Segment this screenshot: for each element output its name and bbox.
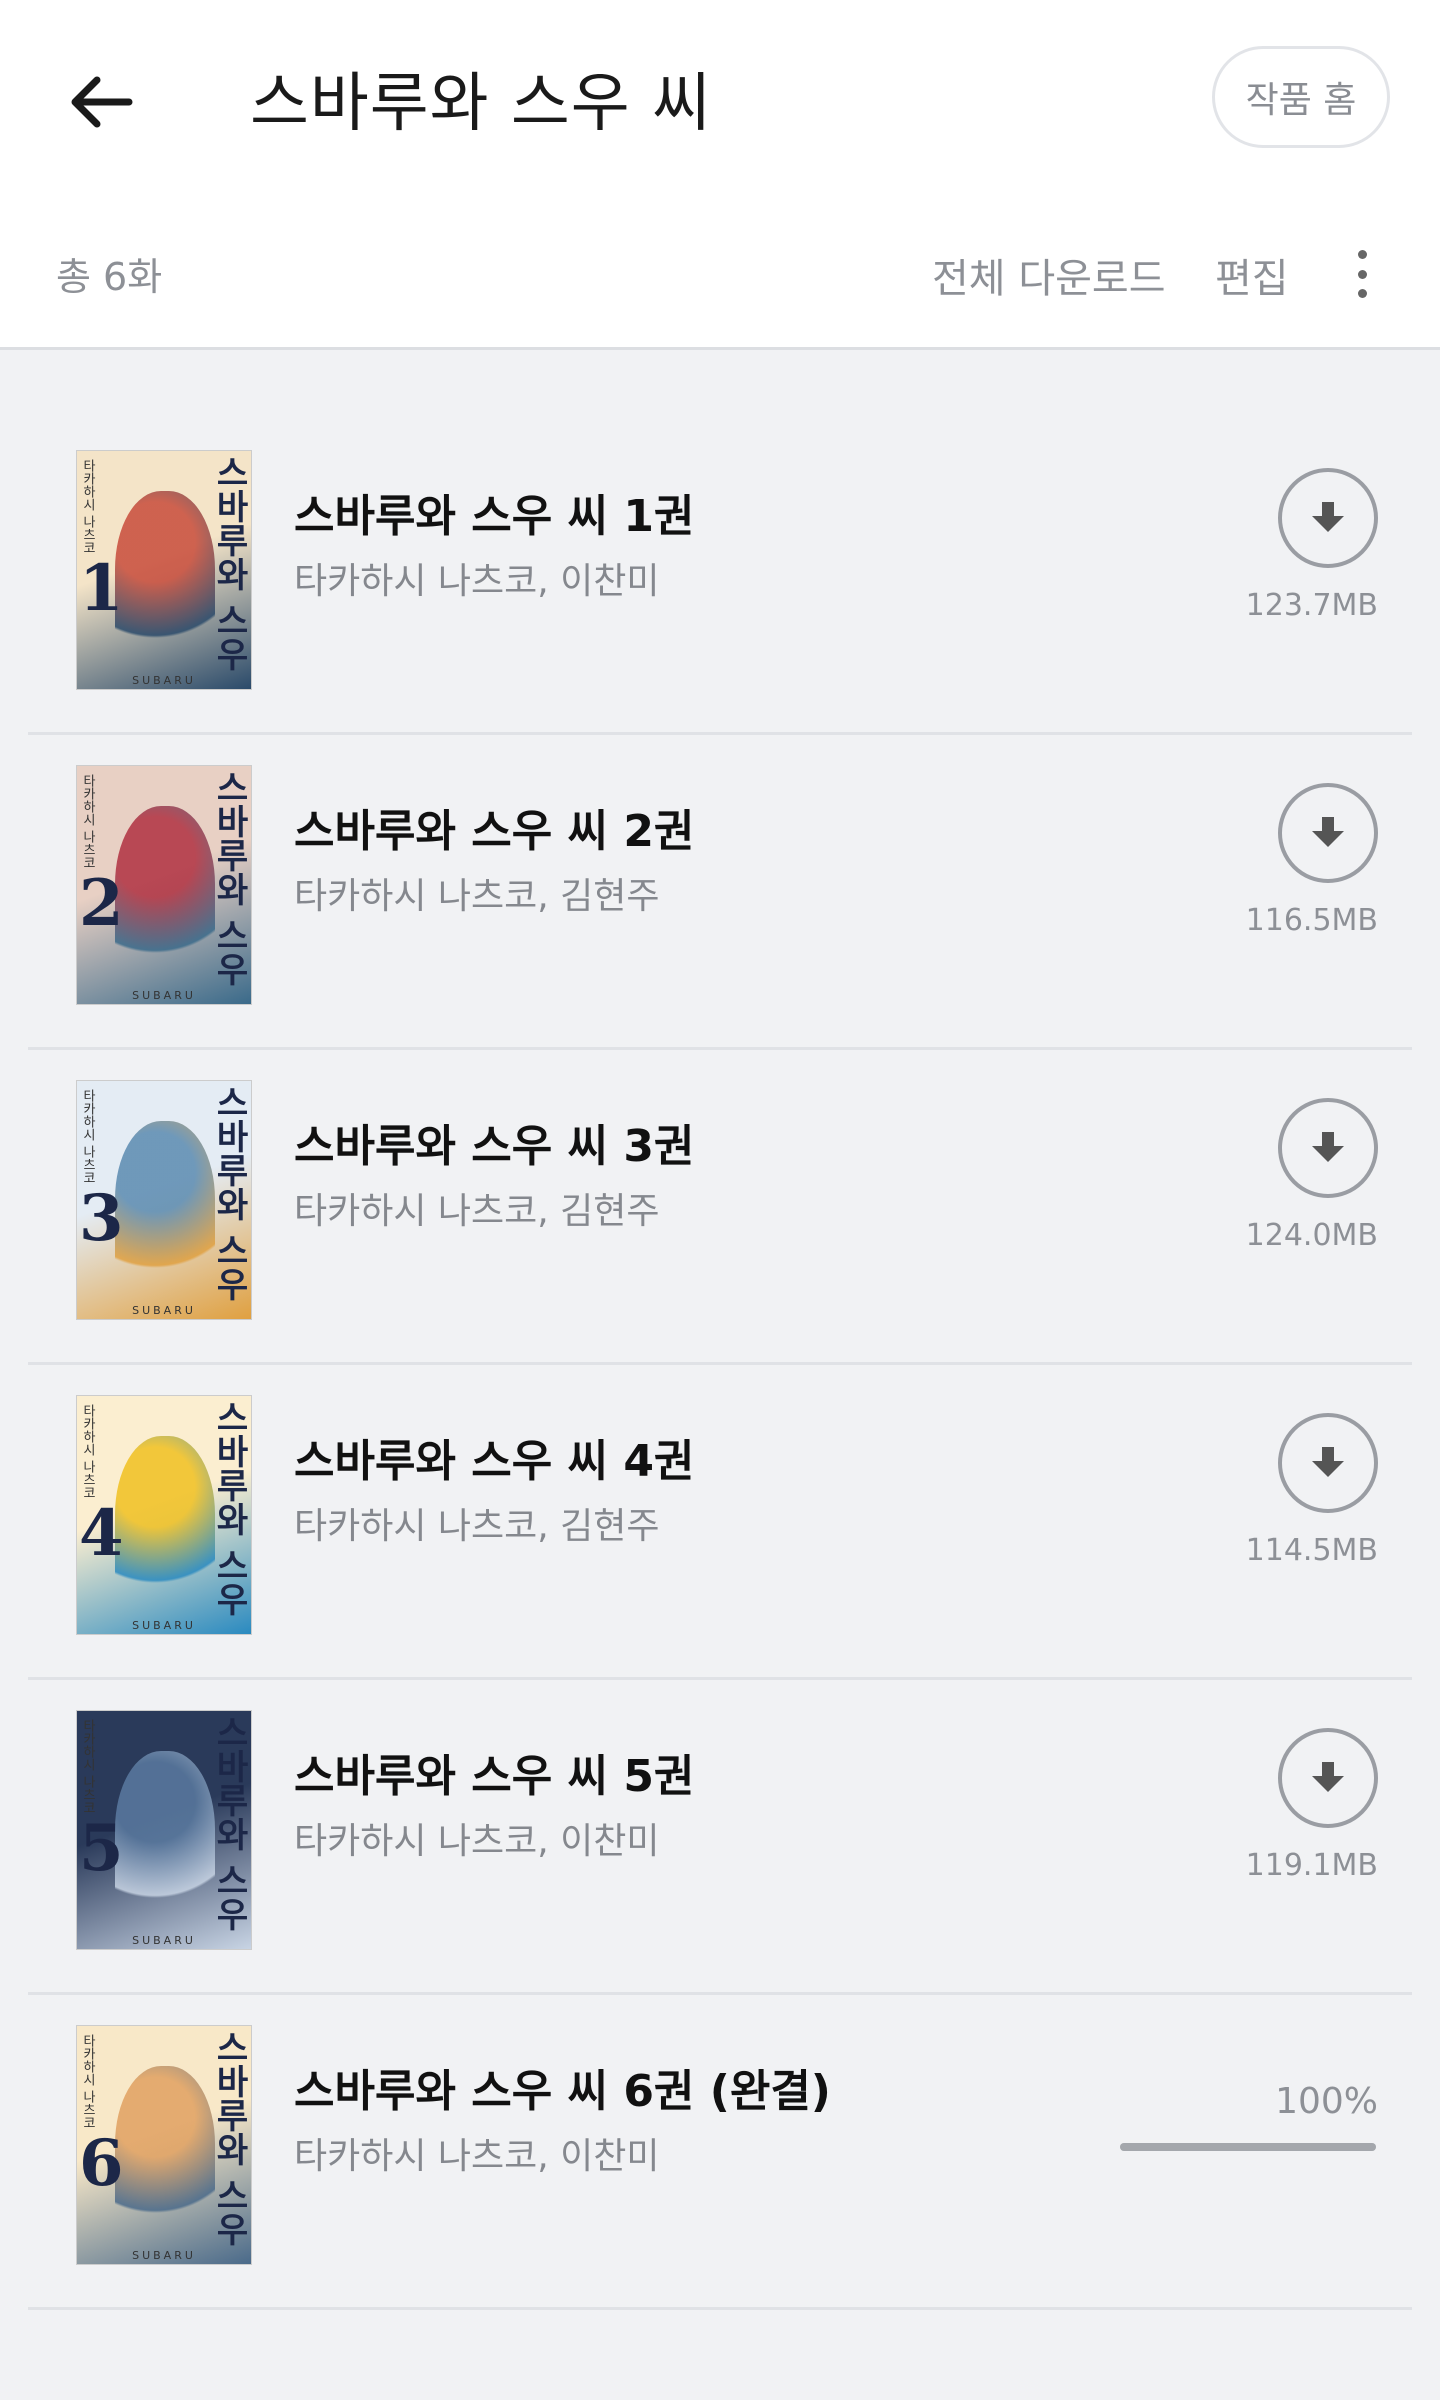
volume-title: 스바루와 스우 씨 1권 xyxy=(294,491,695,542)
download-all-button[interactable]: 전체 다운로드 xyxy=(932,246,1166,304)
cover-illustration xyxy=(115,1436,215,1606)
file-size: 114.5MB xyxy=(1245,1533,1378,1568)
cover-volume-number: 3 xyxy=(79,1181,124,1256)
download-button[interactable] xyxy=(1278,1098,1378,1198)
cover-illustration xyxy=(115,1121,215,1291)
back-button[interactable] xyxy=(60,62,140,142)
cover-author: 타카하시 나츠코 xyxy=(80,1719,95,1815)
volume-row[interactable]: 타카하시 나츠코 스바루와 스우 1 SUBARU 스바루와 스우 씨 1권 타… xyxy=(28,420,1412,735)
volume-cover: 타카하시 나츠코 스바루와 스우 3 SUBARU xyxy=(76,1080,252,1320)
cover-footer: SUBARU xyxy=(132,989,196,1002)
volume-row[interactable]: 타카하시 나츠코 스바루와 스우 2 SUBARU 스바루와 스우 씨 2권 타… xyxy=(28,735,1412,1050)
cover-title: 스바루와 스우 xyxy=(209,2030,249,2246)
cover-footer: SUBARU xyxy=(132,1619,196,1632)
more-vertical-icon-dot xyxy=(1357,289,1367,298)
cover-illustration xyxy=(115,806,215,976)
cover-footer: SUBARU xyxy=(132,1934,196,1947)
volume-authors: 타카하시 나츠코, 김현주 xyxy=(294,1191,660,1232)
cover-volume-number: 1 xyxy=(79,551,124,626)
cover-footer: SUBARU xyxy=(132,674,196,687)
file-size: 123.7MB xyxy=(1245,588,1378,623)
download-button[interactable] xyxy=(1278,783,1378,883)
cover-author: 타카하시 나츠코 xyxy=(80,774,95,870)
download-icon xyxy=(1312,1132,1344,1162)
volume-title: 스바루와 스우 씨 3권 xyxy=(294,1121,695,1172)
episode-count: 총 6화 xyxy=(56,255,163,299)
app-header: 스바루와 스우 씨 작품 홈 총 6화 전체 다운로드 편집 xyxy=(0,0,1440,350)
file-size: 124.0MB xyxy=(1245,1218,1378,1253)
download-icon xyxy=(1312,1447,1344,1477)
page-title: 스바루와 스우 씨 xyxy=(250,67,712,141)
volume-authors: 타카하시 나츠코, 이찬미 xyxy=(294,561,660,602)
cover-illustration xyxy=(115,1751,215,1921)
volume-row[interactable]: 타카하시 나츠코 스바루와 스우 4 SUBARU 스바루와 스우 씨 4권 타… xyxy=(28,1365,1412,1680)
file-size: 116.5MB xyxy=(1245,903,1378,938)
volume-authors: 타카하시 나츠코, 이찬미 xyxy=(294,2136,660,2177)
volume-cover: 타카하시 나츠코 스바루와 스우 5 SUBARU xyxy=(76,1710,252,1950)
more-vertical-icon-dot xyxy=(1357,269,1367,279)
cover-author: 타카하시 나츠코 xyxy=(80,1089,95,1185)
volume-list: 타카하시 나츠코 스바루와 스우 1 SUBARU 스바루와 스우 씨 1권 타… xyxy=(0,420,1440,2310)
cover-volume-number: 6 xyxy=(79,2126,124,2201)
cover-author: 타카하시 나츠코 xyxy=(80,2034,95,2130)
volume-cover: 타카하시 나츠코 스바루와 스우 2 SUBARU xyxy=(76,765,252,1005)
download-icon xyxy=(1312,1762,1344,1792)
download-progress-bar xyxy=(1120,2143,1376,2151)
more-vertical-icon xyxy=(1357,250,1367,259)
cover-title: 스바루와 스우 xyxy=(209,1400,249,1616)
cover-volume-number: 2 xyxy=(79,866,124,941)
cover-title: 스바루와 스우 xyxy=(209,455,249,671)
download-progress-label: 100% xyxy=(1275,2081,1378,2122)
edit-button[interactable]: 편집 xyxy=(1215,246,1289,304)
cover-author: 타카하시 나츠코 xyxy=(80,459,95,555)
volume-authors: 타카하시 나츠코, 김현주 xyxy=(294,876,660,917)
cover-title: 스바루와 스우 xyxy=(209,1715,249,1931)
volume-row[interactable]: 타카하시 나츠코 스바루와 스우 5 SUBARU 스바루와 스우 씨 5권 타… xyxy=(28,1680,1412,1995)
volume-row[interactable]: 타카하시 나츠코 스바루와 스우 6 SUBARU 스바루와 스우 씨 6권 (… xyxy=(28,1995,1412,2310)
volume-title: 스바루와 스우 씨 2권 xyxy=(294,806,695,857)
download-button[interactable] xyxy=(1278,1413,1378,1513)
volume-authors: 타카하시 나츠코, 김현주 xyxy=(294,1506,660,1547)
volume-cover: 타카하시 나츠코 스바루와 스우 1 SUBARU xyxy=(76,450,252,690)
cover-footer: SUBARU xyxy=(132,2249,196,2262)
download-progress-fill xyxy=(1120,2143,1376,2151)
cover-volume-number: 5 xyxy=(79,1811,124,1886)
volume-cover: 타카하시 나츠코 스바루와 스우 6 SUBARU xyxy=(76,2025,252,2265)
cover-footer: SUBARU xyxy=(132,1304,196,1317)
download-button[interactable] xyxy=(1278,1728,1378,1828)
cover-author: 타카하시 나츠코 xyxy=(80,1404,95,1500)
more-options-button[interactable] xyxy=(1340,246,1384,302)
file-size: 119.1MB xyxy=(1245,1848,1378,1883)
cover-illustration xyxy=(115,491,215,661)
download-button[interactable] xyxy=(1278,468,1378,568)
volume-row[interactable]: 타카하시 나츠코 스바루와 스우 3 SUBARU 스바루와 스우 씨 3권 타… xyxy=(28,1050,1412,1365)
series-home-button[interactable]: 작품 홈 xyxy=(1212,46,1390,148)
download-icon xyxy=(1312,817,1344,847)
volume-title: 스바루와 스우 씨 5권 xyxy=(294,1751,695,1802)
download-icon xyxy=(1312,502,1344,532)
volume-title: 스바루와 스우 씨 4권 xyxy=(294,1436,695,1487)
cover-title: 스바루와 스우 xyxy=(209,770,249,986)
arrow-left-icon xyxy=(71,76,133,128)
cover-title: 스바루와 스우 xyxy=(209,1085,249,1301)
cover-illustration xyxy=(115,2066,215,2236)
volume-cover: 타카하시 나츠코 스바루와 스우 4 SUBARU xyxy=(76,1395,252,1635)
cover-volume-number: 4 xyxy=(79,1496,124,1571)
volume-authors: 타카하시 나츠코, 이찬미 xyxy=(294,1821,660,1862)
volume-title: 스바루와 스우 씨 6권 (완결) xyxy=(294,2066,831,2117)
